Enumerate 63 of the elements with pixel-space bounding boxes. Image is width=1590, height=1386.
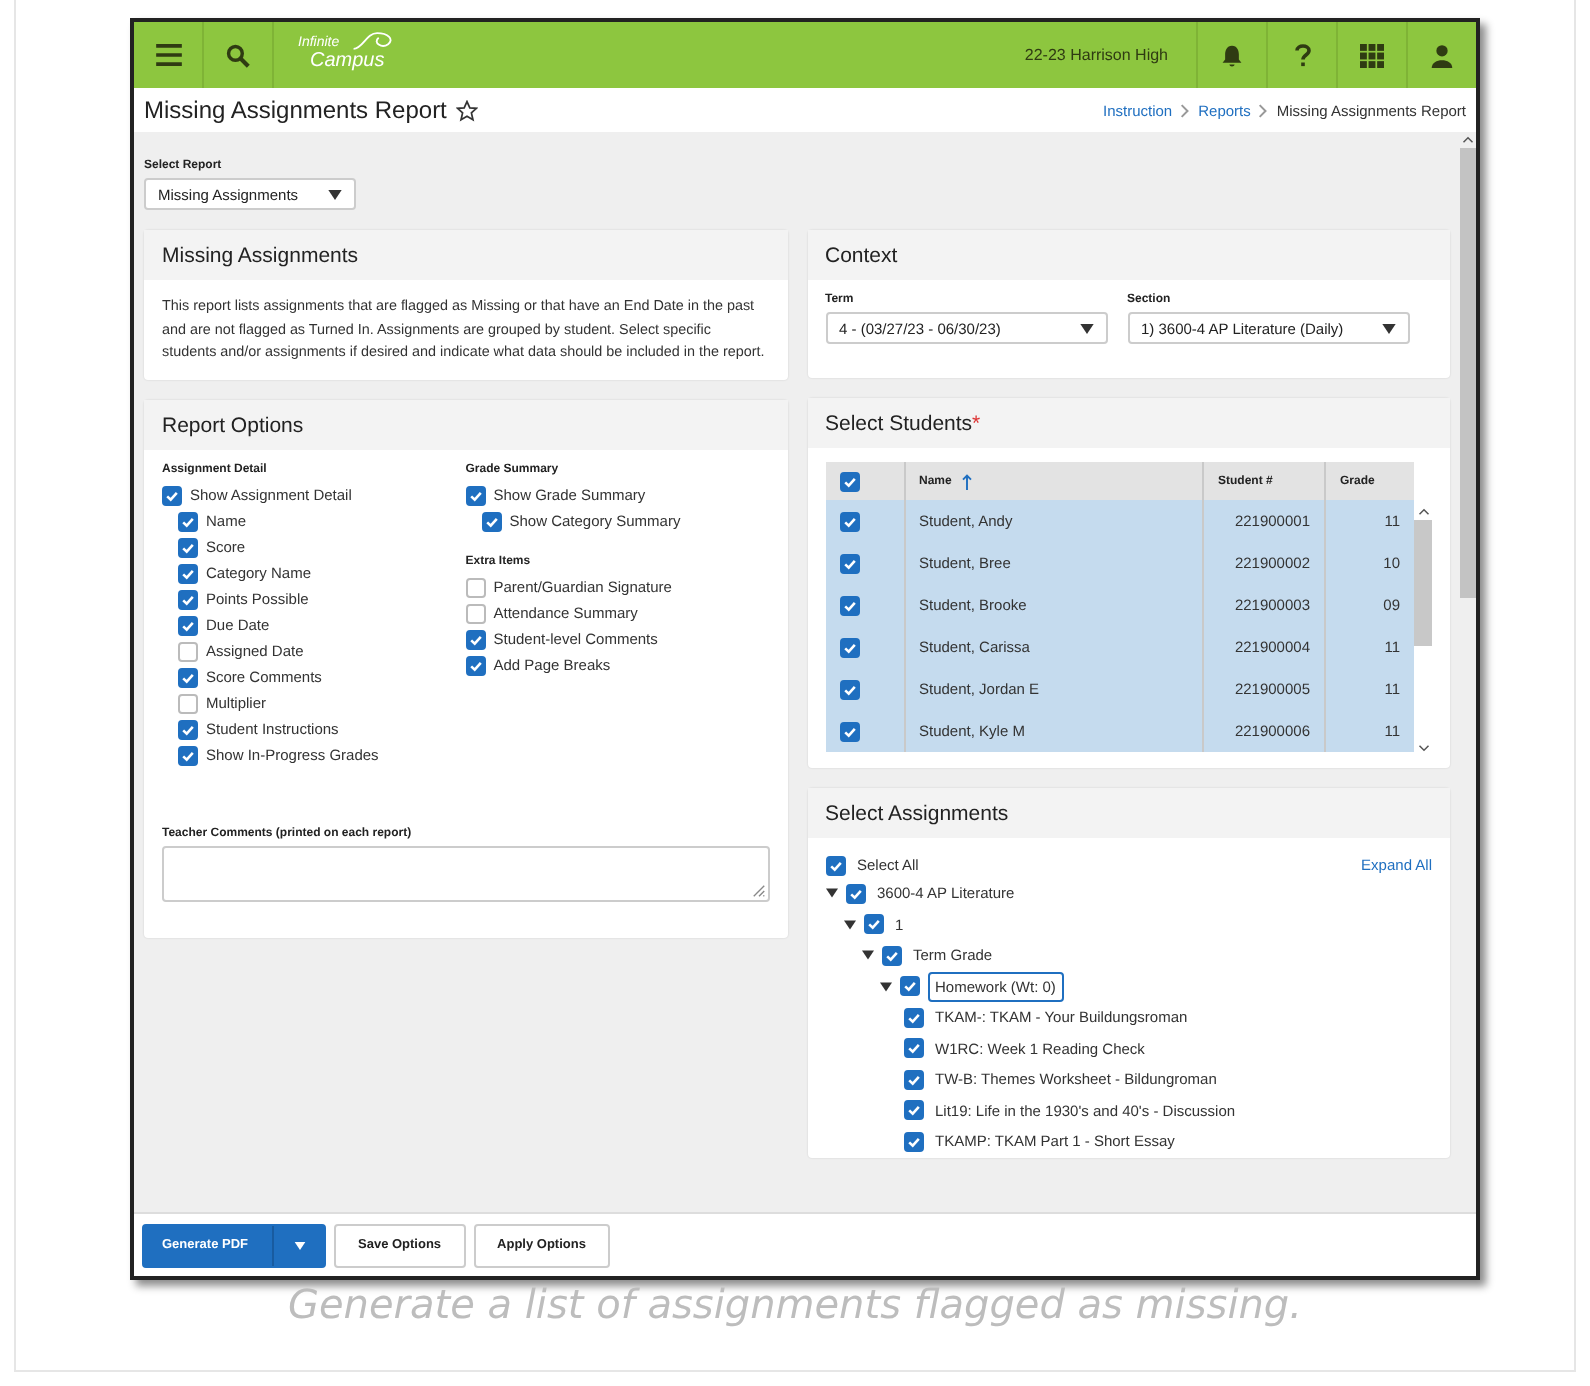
checkbox[interactable]	[839, 721, 859, 741]
checkbox[interactable]	[465, 603, 486, 624]
checkbox[interactable]	[178, 719, 198, 740]
checkbox[interactable]	[825, 855, 845, 875]
scroll-up-icon[interactable]	[1417, 508, 1429, 516]
checkbox[interactable]	[839, 471, 859, 491]
checkbox[interactable]	[481, 511, 502, 532]
caret-icon	[328, 189, 342, 199]
chevron-right-icon	[1258, 103, 1269, 117]
school-name[interactable]: 22-23 Harrison High	[1024, 46, 1196, 64]
checkbox[interactable]	[178, 615, 198, 636]
checkbox[interactable]	[178, 537, 198, 558]
scroll-up-icon[interactable]	[1461, 136, 1473, 144]
caret-icon[interactable]	[293, 1241, 305, 1249]
checkbox[interactable]	[178, 589, 198, 610]
checkbox[interactable]	[178, 563, 198, 584]
checkbox[interactable]	[839, 679, 859, 699]
checkbox[interactable]	[903, 1131, 923, 1152]
checkbox[interactable]	[903, 1069, 923, 1090]
checkbox[interactable]	[899, 976, 919, 997]
checkbox[interactable]	[178, 667, 198, 688]
checkbox[interactable]	[465, 485, 486, 506]
checkbox[interactable]	[465, 655, 486, 676]
checkbox[interactable]	[162, 485, 182, 506]
checkbox[interactable]	[903, 1007, 923, 1028]
checkbox[interactable]	[465, 629, 486, 650]
checkbox[interactable]	[845, 883, 865, 904]
logo-text: Campus	[310, 50, 385, 72]
checkbox[interactable]	[903, 1038, 923, 1059]
expand-triangle-icon[interactable]	[825, 888, 837, 899]
logo-swirl-icon	[350, 30, 398, 52]
caret-icon	[1079, 323, 1093, 333]
scrollbar-thumb[interactable]	[1459, 148, 1475, 598]
checkbox[interactable]	[178, 693, 198, 714]
resize-grip-icon[interactable]	[751, 884, 765, 899]
scroll-down-icon[interactable]	[1417, 744, 1429, 752]
checkbox[interactable]	[839, 637, 859, 657]
scrollbar-thumb[interactable]	[1414, 520, 1432, 646]
checkbox[interactable]	[839, 553, 859, 573]
caret-icon	[1381, 323, 1395, 333]
checkbox[interactable]	[465, 577, 486, 598]
panel-title: Select Assignments	[807, 788, 1450, 838]
checkbox[interactable]	[839, 595, 859, 615]
sort-arrow-icon	[961, 473, 972, 489]
page-title: Missing Assignments Report	[144, 96, 447, 124]
panel-title: Report Options	[144, 400, 787, 451]
checkbox[interactable]	[178, 511, 198, 532]
checkbox[interactable]	[839, 511, 859, 531]
expand-triangle-icon[interactable]	[879, 981, 891, 992]
checkbox[interactable]	[178, 641, 198, 662]
caption: Generate a list of assignments flagged as missing.	[286, 1280, 1304, 1328]
panel-title: Context	[807, 230, 1450, 280]
checkbox[interactable]	[178, 745, 198, 766]
expand-triangle-icon[interactable]	[843, 919, 855, 930]
panel-title: Missing Assignments	[144, 230, 787, 280]
expand-triangle-icon[interactable]	[861, 950, 873, 961]
checkbox[interactable]	[863, 914, 883, 935]
checkbox[interactable]	[881, 945, 901, 966]
star-icon[interactable]	[456, 99, 479, 121]
chevron-right-icon	[1180, 103, 1191, 117]
panel-title: Select Students	[825, 411, 973, 435]
required-mark: *	[972, 411, 981, 435]
checkbox[interactable]	[903, 1100, 923, 1121]
